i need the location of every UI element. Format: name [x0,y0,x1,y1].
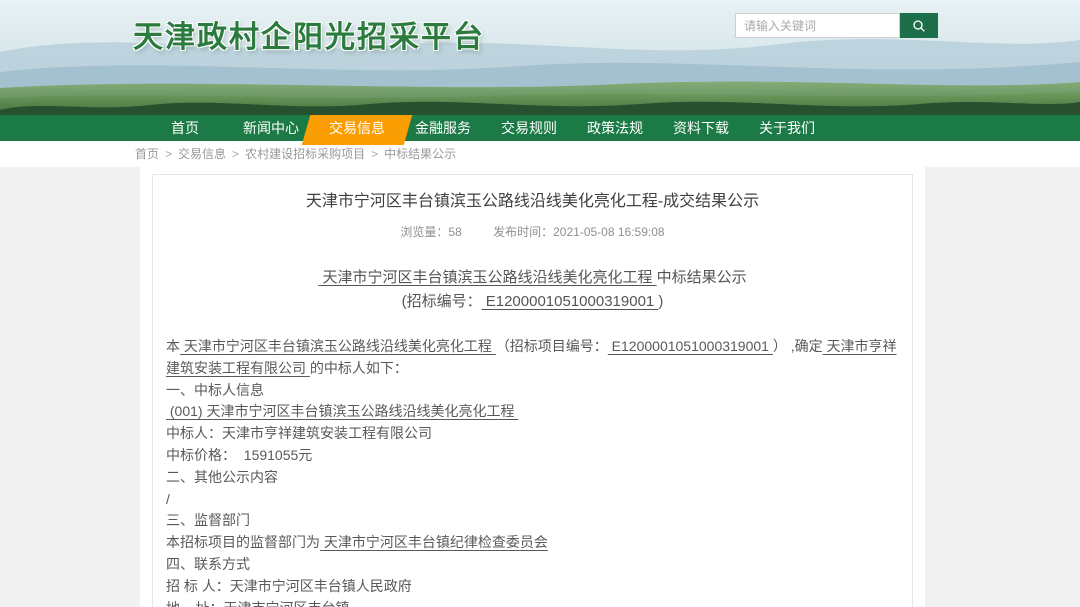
site-title: 天津政村企阳光招采平台 [133,12,485,56]
article-line: 二、其他公示内容 [166,467,899,489]
text-run: / [166,491,170,507]
nav-item-news-center[interactable]: 新闻中心 [228,115,314,141]
text-run: 一、中标人信息 [166,382,264,398]
article-line: / [166,489,899,511]
nav-item-label: 资料下载 [673,120,729,136]
text-run: 本 [166,338,180,354]
page-body: 天津市宁河区丰台镇滨玉公路线沿线美化亮化工程-成交结果公示 浏览量：58 发布时… [0,167,1080,607]
article-line: 本招标项目的监督部门为 天津市宁河区丰台镇纪律检查委员会 [166,532,899,554]
nav-item-downloads[interactable]: 资料下载 [658,115,744,141]
nav-item-trade-rules[interactable]: 交易规则 [486,115,572,141]
breadcrumb-item-trade-info[interactable]: 交易信息 [178,147,226,161]
breadcrumb-item-rural-construction-bidding[interactable]: 农村建设招标采购项目 [245,147,365,161]
article-line: (招标编号： E1200001051000319001 ) [166,290,899,314]
text-run: 中标结果公示 [657,269,747,286]
nav-item-label: 首页 [171,120,199,136]
text-run: 地 址：天津市宁河区丰台镇 [166,600,350,607]
search-icon [911,18,927,34]
nav-item-home[interactable]: 首页 [142,115,228,141]
article-line: 中标价格： 1591055元 [166,445,899,467]
nav-item-label: 政策法规 [587,120,643,136]
article-subtitle: 天津市宁河区丰台镇滨玉公路线沿线美化亮化工程 中标结果公示(招标编号： E120… [166,266,899,314]
nav-item-about-us[interactable]: 关于我们 [744,115,830,141]
filled-blank-text: 天津市宁河区丰台镇滨玉公路线沿线美化亮化工程 [180,338,496,354]
nav-item-financial-services[interactable]: 金融服务 [400,115,486,141]
article-line: (001) 天津市宁河区丰台镇滨玉公路线沿线美化亮化工程 [166,401,899,423]
article-meta: 浏览量：58 发布时间：2021-05-08 16:59:08 [166,223,899,240]
filled-blank-text: E1200001051000319001 [482,293,659,310]
text-run: 三、监督部门 [166,512,250,528]
text-run: 四、联系方式 [166,556,250,572]
article-body: 本 天津市宁河区丰台镇滨玉公路线沿线美化亮化工程 （招标项目编号： E12000… [166,336,899,607]
filled-blank-text: E1200001051000319001 [608,338,773,354]
text-run: 中标价格： 1591055元 [166,447,312,463]
filled-blank-text: (001) 天津市宁河区丰台镇滨玉公路线沿线美化亮化工程 [166,403,518,419]
nav-item-policies[interactable]: 政策法规 [572,115,658,141]
text-run: 二、其他公示内容 [166,469,278,485]
article-line: 中标人：天津市亨祥建筑安装工程有限公司 [166,423,899,445]
article-line: 本 天津市宁河区丰台镇滨玉公路线沿线美化亮化工程 （招标项目编号： E12000… [166,336,899,380]
article-line: 三、监督部门 [166,510,899,532]
nav-item-label: 交易信息 [329,120,385,136]
content-card: 天津市宁河区丰台镇滨玉公路线沿线美化亮化工程-成交结果公示 浏览量：58 发布时… [140,167,925,607]
breadcrumb: 首页 > 交易信息 > 农村建设招标采购项目 > 中标结果公示 [0,141,1080,167]
filled-blank-text: 天津市宁河区丰台镇滨玉公路线沿线美化亮化工程 [318,269,656,286]
nav-bar: 首页 新闻中心 交易信息 金融服务 交易规则 政策法规 资料下载 关于我们 [0,115,1080,141]
text-run: （招标项目编号： [496,338,608,354]
article-line: 一、中标人信息 [166,380,899,402]
article-line: 天津市宁河区丰台镇滨玉公路线沿线美化亮化工程 中标结果公示 [166,266,899,290]
header-banner: 天津政村企阳光招采平台 [0,0,1080,115]
breadcrumb-item-award-result-announcement[interactable]: 中标结果公示 [384,147,456,161]
filled-blank-text: 天津市宁河区丰台镇纪律检查委员会 [320,534,548,550]
view-count: 浏览量：58 [400,225,461,239]
publish-time: 发布时间：2021-05-08 16:59:08 [493,225,664,239]
nav-item-label: 关于我们 [759,120,815,136]
breadcrumb-separator: > [232,147,239,161]
article-title: 天津市宁河区丰台镇滨玉公路线沿线美化亮化工程-成交结果公示 [166,191,899,213]
text-run: 本招标项目的监督部门为 [166,534,320,550]
text-run: ） ,确定 [773,338,823,354]
article-box: 天津市宁河区丰台镇滨玉公路线沿线美化亮化工程-成交结果公示 浏览量：58 发布时… [152,174,913,607]
nav-item-label: 新闻中心 [243,120,299,136]
nav-item-trade-info[interactable]: 交易信息 [314,115,400,141]
breadcrumb-separator: > [165,147,172,161]
text-run: 招 标 人：天津市宁河区丰台镇人民政府 [166,578,412,594]
breadcrumb-separator: > [371,147,378,161]
article-line: 地 址：天津市宁河区丰台镇 [166,598,899,607]
text-run: 中标人：天津市亨祥建筑安装工程有限公司 [166,425,432,441]
article-line: 招 标 人：天津市宁河区丰台镇人民政府 [166,576,899,598]
nav-item-label: 交易规则 [501,120,557,136]
search-button[interactable] [900,13,938,38]
text-run: ) [658,293,663,310]
breadcrumb-item-home[interactable]: 首页 [135,147,159,161]
article-line: 四、联系方式 [166,554,899,576]
text-run: (招标编号： [402,293,482,310]
search-bar [735,13,938,38]
nav-item-label: 金融服务 [415,120,471,136]
search-input[interactable] [735,13,900,38]
text-run: 的中标人如下： [310,360,408,376]
